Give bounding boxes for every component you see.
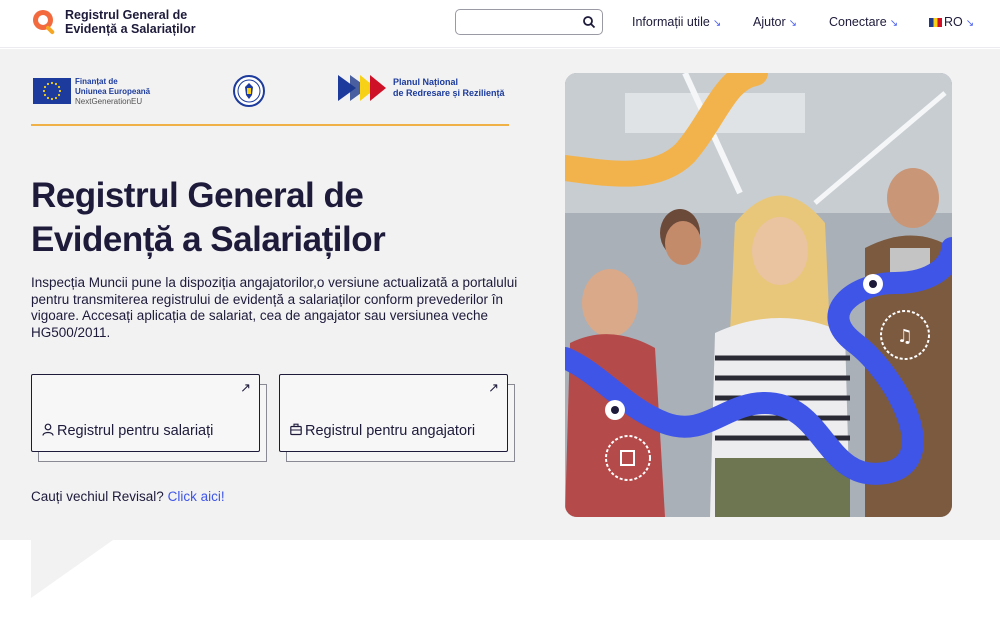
page-title: Registrul General de Evidență a Salariaț… (31, 174, 531, 262)
nav-informatii-utile[interactable]: Informații utile ↘ (632, 15, 721, 29)
logo-line-2: Evidență a Salariaților (65, 22, 196, 36)
nav-label: Ajutor (753, 15, 786, 29)
romania-flag-icon (929, 18, 942, 27)
eu-line-2: Uniunea Europeană (75, 87, 151, 96)
search-icon[interactable] (582, 15, 596, 29)
title-line-2: Evidență a Salariaților (31, 220, 386, 259)
arrow-down-right-icon: ↘ (788, 18, 798, 29)
arrow-down-right-icon: ↘ (712, 18, 722, 29)
eu-flag-icon (33, 78, 71, 104)
nav-ajutor[interactable]: Ajutor ↘ (753, 15, 797, 29)
pnrr-line-1: Planul Național (393, 77, 459, 87)
hero-photo: ♫ (565, 73, 952, 517)
logo-text[interactable]: Registrul General de Evidență a Salariaț… (65, 8, 205, 36)
card-label-wrap: Registrul pentru salariați (42, 423, 213, 439)
arrow-down-right-icon: ↘ (965, 18, 975, 29)
language-selector[interactable]: RO ↘ (929, 15, 974, 29)
search-field[interactable] (462, 10, 582, 32)
old-revisal-link[interactable]: Click aici! (168, 489, 225, 504)
orange-divider (31, 124, 509, 126)
card-label: Registrul pentru angajatori (305, 423, 476, 439)
eu-line-1: Finanțat de (75, 77, 118, 86)
old-revisal-text: Cauți vechiul Revisal? Click aici! (31, 489, 225, 504)
pnrr-line-2: de Redresare și Reziliență (393, 88, 505, 98)
arrow-down-right-icon: ↘ (889, 18, 899, 29)
site-header: Registrul General de Evidență a Salariaț… (0, 0, 1000, 48)
search-input[interactable] (455, 9, 603, 35)
card-label-wrap: Registrul pentru angajatori (290, 423, 475, 439)
card-angajatori-wrapper: ↗ Registrul pentru angajatori (279, 374, 516, 462)
registru-angajatori-button[interactable]: ↗ Registrul pentru angajatori (279, 374, 508, 452)
old-revisal-question: Cauți vechiul Revisal? (31, 489, 164, 504)
nav-label: Informații utile (632, 15, 710, 29)
intro-paragraph: Inspecția Muncii pune la dispoziția anga… (31, 275, 518, 340)
nav-label: Conectare (829, 15, 887, 29)
user-icon (42, 423, 54, 436)
arrow-up-right-icon: ↗ (240, 380, 251, 395)
arrow-up-right-icon: ↗ (488, 380, 499, 395)
decorative-tab (31, 540, 113, 598)
eu-line-3: NextGenerationEU (75, 97, 143, 106)
title-line-1: Registrul General de (31, 176, 364, 215)
card-label: Registrul pentru salariați (57, 423, 214, 439)
government-seal-icon (233, 75, 265, 107)
nav-conectare[interactable]: Conectare ↘ (829, 15, 898, 29)
logo-line-1: Registrul General de (65, 8, 188, 22)
briefcase-icon (290, 423, 302, 436)
logo-icon[interactable] (31, 8, 59, 36)
eu-funding-text: Finanțat de Uniunea Europeană NextGenera… (75, 77, 165, 107)
registru-salariati-button[interactable]: ↗ Registrul pentru salariați (31, 374, 260, 452)
page-bottom (0, 540, 1000, 625)
hero-illustration: ♫ (565, 73, 952, 517)
svg-text:♫: ♫ (897, 326, 913, 347)
card-salariati-wrapper: ↗ Registrul pentru salariați (31, 374, 268, 462)
pnrr-text: Planul Național de Redresare și Rezilien… (393, 77, 523, 99)
pnrr-logo-icon (338, 75, 386, 101)
language-label: RO (944, 15, 963, 29)
